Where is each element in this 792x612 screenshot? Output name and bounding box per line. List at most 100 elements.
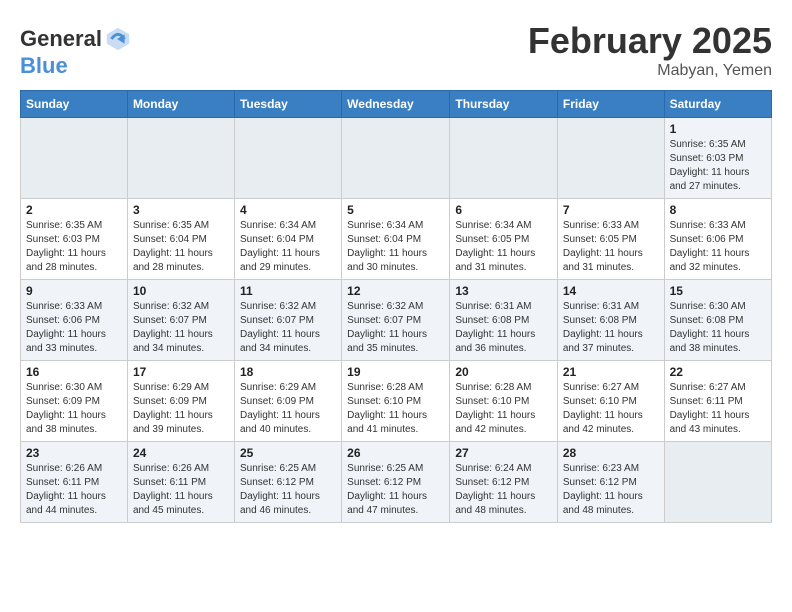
calendar-day-cell: 28 Sunrise: 6:23 AMSunset: 6:12 PMDayligh… [557,442,664,523]
day-info: Sunrise: 6:32 AMSunset: 6:07 PMDaylight:… [240,300,336,356]
calendar-day-cell: 9Sunrise: 6:33 AMSunset: 6:06 PMDaylight… [21,280,128,361]
calendar-day-cell [664,442,771,523]
day-info: Sunrise: 6:29 AMSunset: 6:09 PMDaylight:… [133,381,229,437]
day-number: 20 [455,365,552,379]
day-number: 2 [26,203,122,217]
day-info: Sunrise: 6:24 AMSunset: 6:12 PMDaylight:… [455,462,552,518]
calendar-day-cell [557,118,664,199]
calendar-day-cell: 7Sunrise: 6:33 AMSunset: 6:05 PMDaylight… [557,199,664,280]
calendar-header-row: SundayMondayTuesdayWednesdayThursdayFrid… [21,91,772,118]
header-thursday: Thursday [450,91,558,118]
day-number: 8 [670,203,766,217]
day-number: 19 [347,365,444,379]
day-info: Sunrise: 6:35 AMSunset: 6:03 PMDaylight:… [670,138,766,194]
calendar-day-cell [21,118,128,199]
header-saturday: Saturday [664,91,771,118]
day-number: 1 [670,122,766,136]
calendar-day-cell [234,118,341,199]
day-number: 26 [347,446,444,460]
day-number: 12 [347,284,444,298]
day-info: Sunrise: 6:29 AMSunset: 6:09 PMDaylight:… [240,381,336,437]
calendar-day-cell: 18 Sunrise: 6:29 AMSunset: 6:09 PMDayligh… [234,361,341,442]
month-title: February 2025 [528,20,772,62]
location: Mabyan, Yemen [528,62,772,80]
calendar-day-cell: 11 Sunrise: 6:32 AMSunset: 6:07 PMDayligh… [234,280,341,361]
calendar-day-cell: 19 Sunrise: 6:28 AMSunset: 6:10 PMDayligh… [342,361,450,442]
header-sunday: Sunday [21,91,128,118]
day-number: 24 [133,446,229,460]
calendar-day-cell [127,118,234,199]
calendar-day-cell: 14 Sunrise: 6:31 AMSunset: 6:08 PMDayligh… [557,280,664,361]
logo-blue: Blue [20,53,132,79]
title-block: February 2025 Mabyan, Yemen [528,20,772,80]
day-info: Sunrise: 6:33 AMSunset: 6:06 PMDaylight:… [26,300,122,356]
calendar-day-cell: 13 Sunrise: 6:31 AMSunset: 6:08 PMDayligh… [450,280,558,361]
calendar-week-row: 9Sunrise: 6:33 AMSunset: 6:06 PMDaylight… [21,280,772,361]
day-number: 6 [455,203,552,217]
day-number: 11 [240,284,336,298]
day-info: Sunrise: 6:34 AMSunset: 6:04 PMDaylight:… [347,219,444,275]
day-info: Sunrise: 6:28 AMSunset: 6:10 PMDaylight:… [347,381,444,437]
calendar-week-row: 2 Sunrise: 6:35 AMSunset: 6:03 PMDaylight… [21,199,772,280]
day-info: Sunrise: 6:35 AMSunset: 6:03 PMDaylight:… [26,219,122,275]
day-info: Sunrise: 6:26 AMSunset: 6:11 PMDaylight:… [26,462,122,518]
calendar-day-cell: 3 Sunrise: 6:35 AMSunset: 6:04 PMDaylight… [127,199,234,280]
calendar-day-cell: 27 Sunrise: 6:24 AMSunset: 6:12 PMDayligh… [450,442,558,523]
header-tuesday: Tuesday [234,91,341,118]
day-number: 13 [455,284,552,298]
day-info: Sunrise: 6:27 AMSunset: 6:10 PMDaylight:… [563,381,659,437]
day-info: Sunrise: 6:35 AMSunset: 6:04 PMDaylight:… [133,219,229,275]
day-number: 10 [133,284,229,298]
day-number: 4 [240,203,336,217]
header-friday: Friday [557,91,664,118]
calendar-day-cell: 22 Sunrise: 6:27 AMSunset: 6:11 PMDayligh… [664,361,771,442]
day-number: 18 [240,365,336,379]
calendar-week-row: 16 Sunrise: 6:30 AMSunset: 6:09 PMDayligh… [21,361,772,442]
calendar-day-cell: 23 Sunrise: 6:26 AMSunset: 6:11 PMDayligh… [21,442,128,523]
logo: General Blue [20,25,132,79]
calendar-day-cell: 25Sunrise: 6:25 AMSunset: 6:12 PMDayligh… [234,442,341,523]
calendar-day-cell: 12Sunrise: 6:32 AMSunset: 6:07 PMDayligh… [342,280,450,361]
calendar-table: SundayMondayTuesdayWednesdayThursdayFrid… [20,90,772,523]
calendar-day-cell: 1 Sunrise: 6:35 AMSunset: 6:03 PMDaylight… [664,118,771,199]
day-info: Sunrise: 6:26 AMSunset: 6:11 PMDaylight:… [133,462,229,518]
calendar-day-cell [450,118,558,199]
calendar-day-cell: 10Sunrise: 6:32 AMSunset: 6:07 PMDayligh… [127,280,234,361]
calendar-day-cell: 24 Sunrise: 6:26 AMSunset: 6:11 PMDayligh… [127,442,234,523]
day-info: Sunrise: 6:30 AMSunset: 6:09 PMDaylight:… [26,381,122,437]
day-info: Sunrise: 6:31 AMSunset: 6:08 PMDaylight:… [563,300,659,356]
calendar-day-cell: 5Sunrise: 6:34 AMSunset: 6:04 PMDaylight… [342,199,450,280]
header-monday: Monday [127,91,234,118]
header-wednesday: Wednesday [342,91,450,118]
logo-general: General [20,27,102,51]
day-number: 15 [670,284,766,298]
calendar-day-cell: 26 Sunrise: 6:25 AMSunset: 6:12 PMDayligh… [342,442,450,523]
calendar-day-cell: 2 Sunrise: 6:35 AMSunset: 6:03 PMDaylight… [21,199,128,280]
calendar-day-cell: 20Sunrise: 6:28 AMSunset: 6:10 PMDayligh… [450,361,558,442]
calendar-week-row: 1 Sunrise: 6:35 AMSunset: 6:03 PMDaylight… [21,118,772,199]
day-info: Sunrise: 6:31 AMSunset: 6:08 PMDaylight:… [455,300,552,356]
day-info: Sunrise: 6:25 AMSunset: 6:12 PMDaylight:… [347,462,444,518]
day-number: 27 [455,446,552,460]
day-info: Sunrise: 6:33 AMSunset: 6:05 PMDaylight:… [563,219,659,275]
calendar-week-row: 23 Sunrise: 6:26 AMSunset: 6:11 PMDayligh… [21,442,772,523]
day-number: 14 [563,284,659,298]
day-number: 28 [563,446,659,460]
day-info: Sunrise: 6:33 AMSunset: 6:06 PMDaylight:… [670,219,766,275]
day-info: Sunrise: 6:25 AMSunset: 6:12 PMDaylight:… [240,462,336,518]
day-number: 3 [133,203,229,217]
calendar-day-cell: 6Sunrise: 6:34 AMSunset: 6:05 PMDaylight… [450,199,558,280]
day-number: 17 [133,365,229,379]
day-number: 16 [26,365,122,379]
day-info: Sunrise: 6:23 AMSunset: 6:12 PMDaylight:… [563,462,659,518]
calendar-day-cell: 8 Sunrise: 6:33 AMSunset: 6:06 PMDaylight… [664,199,771,280]
calendar-day-cell: 4 Sunrise: 6:34 AMSunset: 6:04 PMDaylight… [234,199,341,280]
calendar-day-cell: 21 Sunrise: 6:27 AMSunset: 6:10 PMDayligh… [557,361,664,442]
day-number: 21 [563,365,659,379]
day-number: 23 [26,446,122,460]
logo-icon [104,25,132,53]
day-number: 22 [670,365,766,379]
day-info: Sunrise: 6:27 AMSunset: 6:11 PMDaylight:… [670,381,766,437]
day-info: Sunrise: 6:34 AMSunset: 6:04 PMDaylight:… [240,219,336,275]
calendar-day-cell: 16 Sunrise: 6:30 AMSunset: 6:09 PMDayligh… [21,361,128,442]
